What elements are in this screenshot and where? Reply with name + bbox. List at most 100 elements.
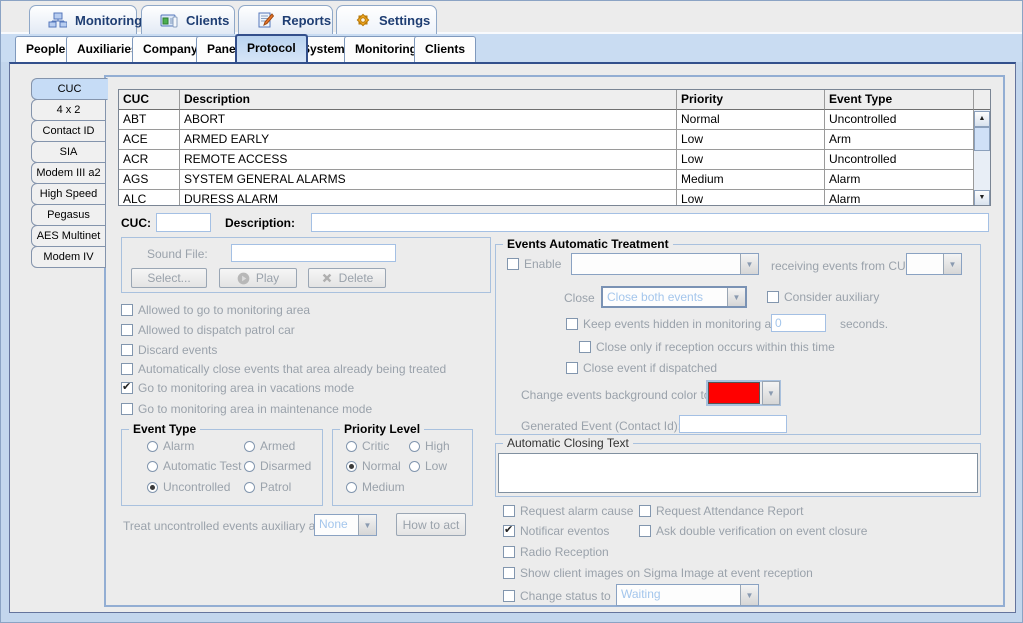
select-sound-button[interactable]: Select...	[131, 268, 207, 288]
change-status-value: Waiting	[617, 585, 740, 605]
radio-disarmed[interactable]: Disarmed	[244, 459, 311, 473]
radio-low[interactable]: Low	[409, 459, 447, 473]
scroll-up-icon[interactable]: ▲	[974, 111, 990, 127]
col-header-description[interactable]: Description	[180, 90, 677, 110]
radio-high[interactable]: High	[409, 439, 450, 453]
radio-medium[interactable]: Medium	[346, 480, 405, 494]
how-to-act-button[interactable]: How to act	[396, 513, 466, 536]
auto-treatment-event-combo[interactable]: ▼	[571, 253, 759, 275]
radio-automatic-test[interactable]: Automatic Test	[147, 459, 241, 473]
vtab-sia[interactable]: SIA	[31, 141, 106, 163]
cuc-input[interactable]	[156, 213, 211, 232]
generated-event-input[interactable]	[679, 415, 787, 433]
vtab-pegasus[interactable]: Pegasus	[31, 204, 106, 226]
checkbox-close-if-dispatched[interactable]: ✔ Close event if dispatched	[566, 361, 717, 375]
vtab-4x2[interactable]: 4 x 2	[31, 99, 106, 121]
receiving-cuc-combo[interactable]: ▼	[906, 253, 962, 275]
radio-uncontrolled[interactable]: Uncontrolled	[147, 480, 230, 494]
scrollbar-thumb[interactable]	[974, 127, 990, 151]
chevron-down-icon: ▼	[733, 293, 741, 302]
table-cell[interactable]: ACR	[119, 150, 180, 170]
subtab-clients[interactable]: Clients	[414, 36, 476, 62]
change-color-label: Change events background color to	[521, 388, 710, 402]
vtab-contact-id[interactable]: Contact ID	[31, 120, 106, 142]
clients-icon	[160, 13, 178, 28]
checkbox-maintenance-mode[interactable]: ✔ Go to monitoring area in maintenance m…	[121, 402, 372, 416]
col-header-event-type[interactable]: Event Type	[825, 90, 975, 110]
table-cell[interactable]: ABT	[119, 110, 180, 130]
hidden-seconds-input[interactable]	[771, 314, 826, 332]
table-cell[interactable]: SYSTEM GENERAL ALARMS	[180, 170, 677, 190]
table-cell[interactable]: Low	[677, 150, 825, 170]
scroll-down-icon[interactable]: ▼	[974, 190, 990, 206]
table-cell[interactable]: Arm	[825, 130, 975, 150]
table-cell[interactable]: ARMED EARLY	[180, 130, 677, 150]
description-input[interactable]	[311, 213, 989, 232]
vtab-modem-iv[interactable]: Modem IV	[31, 246, 106, 268]
tab-settings-label: Settings	[379, 13, 430, 28]
table-cell[interactable]: AGS	[119, 170, 180, 190]
table-cell[interactable]: Uncontrolled	[825, 150, 975, 170]
checkbox-request-alarm-cause[interactable]: ✔ Request alarm cause	[503, 504, 633, 518]
tab-settings[interactable]: Settings	[336, 5, 437, 34]
radio-normal[interactable]: Normal	[346, 459, 401, 473]
checkbox-allowed-monitoring-area[interactable]: ✔ Allowed to go to monitoring area	[121, 303, 310, 317]
table-cell[interactable]: ACE	[119, 130, 180, 150]
checkbox-close-only-reception[interactable]: ✔ Close only if reception occurs within …	[579, 340, 835, 354]
checkbox-label: Close only if reception occurs within th…	[596, 340, 835, 354]
checkbox-enable-auto-treatment[interactable]: ✔ Enable	[507, 257, 561, 271]
col-header-cuc[interactable]: CUC	[119, 90, 180, 110]
tab-reports-label: Reports	[282, 13, 331, 28]
event-color-picker[interactable]: ▼	[706, 380, 781, 406]
checkbox-dispatch-patrol-car[interactable]: ✔ Allowed to dispatch patrol car	[121, 323, 295, 337]
radio-patrol[interactable]: Patrol	[244, 480, 291, 494]
table-cell[interactable]: Medium	[677, 170, 825, 190]
checkbox-label: Allowed to dispatch patrol car	[138, 323, 295, 337]
treat-uncontrolled-combo[interactable]: None ▼	[314, 514, 377, 536]
vtab-cuc[interactable]: CUC	[31, 78, 108, 100]
checkbox-label: Go to monitoring area in vacations mode	[138, 381, 354, 395]
sound-file-input[interactable]	[231, 244, 396, 262]
radio-alarm[interactable]: Alarm	[147, 439, 194, 453]
checkbox-request-attendance-report[interactable]: ✔ Request Attendance Report	[639, 504, 803, 518]
table-cell[interactable]: Alarm	[825, 170, 975, 190]
close-mode-combo[interactable]: Close both events ▼	[601, 286, 747, 308]
vtab-modem-iii-a2[interactable]: Modem III a2	[31, 162, 106, 184]
table-cell[interactable]: Uncontrolled	[825, 110, 975, 130]
table-cell[interactable]: Low	[677, 130, 825, 150]
checkbox-show-client-images[interactable]: ✔ Show client images on Sigma Image at e…	[503, 566, 813, 580]
checkbox-ask-double-verification[interactable]: ✔ Ask double verification on event closu…	[639, 524, 867, 538]
play-sound-button[interactable]: Play	[219, 268, 297, 288]
checkbox-auto-close-treated[interactable]: ✔ Automatically close events that area a…	[121, 362, 446, 376]
table-cell[interactable]: ABORT	[180, 110, 677, 130]
checkbox-label: Consider auxiliary	[784, 290, 879, 304]
radio-critic[interactable]: Critic	[346, 439, 389, 453]
automatic-closing-textarea[interactable]	[498, 453, 978, 493]
delete-sound-button[interactable]: Delete	[308, 268, 386, 288]
tab-monitoring[interactable]: Monitoring	[29, 5, 137, 34]
radio-armed[interactable]: Armed	[244, 439, 295, 453]
tab-clients[interactable]: Clients	[141, 5, 235, 34]
treat-uncontrolled-value: None	[315, 515, 358, 535]
checkbox-keep-events-hidden[interactable]: ✔ Keep events hidden in monitoring area	[566, 317, 788, 331]
checkbox-notificar-eventos[interactable]: ✔ Notificar eventos	[503, 524, 609, 538]
table-cell[interactable]: ALC	[119, 190, 180, 206]
generated-event-label: Generated Event (Contact Id):	[521, 419, 681, 433]
checkbox-consider-auxiliary[interactable]: ✔ Consider auxiliary	[767, 290, 879, 304]
checkbox-vacations-mode[interactable]: ✔ Go to monitoring area in vacations mod…	[121, 381, 354, 395]
table-cell[interactable]: Normal	[677, 110, 825, 130]
checkbox-discard-events[interactable]: ✔ Discard events	[121, 343, 217, 357]
table-cell[interactable]: REMOTE ACCESS	[180, 150, 677, 170]
subtab-protocol[interactable]: Protocol	[235, 34, 308, 62]
checkbox-change-status[interactable]: ✔ Change status to	[503, 589, 611, 603]
sound-file-label: Sound File:	[147, 247, 208, 261]
checkbox-radio-reception[interactable]: ✔ Radio Reception	[503, 545, 609, 559]
change-status-combo[interactable]: Waiting ▼	[616, 584, 759, 606]
col-header-priority[interactable]: Priority	[677, 90, 825, 110]
tab-reports[interactable]: Reports	[238, 5, 333, 34]
table-cell[interactable]: DURESS ALARM	[180, 190, 677, 206]
vtab-high-speed[interactable]: High Speed	[31, 183, 106, 205]
table-cell[interactable]: Low	[677, 190, 825, 206]
vtab-aes-multinet[interactable]: AES Multinet	[31, 225, 106, 247]
table-cell[interactable]: Alarm	[825, 190, 975, 206]
